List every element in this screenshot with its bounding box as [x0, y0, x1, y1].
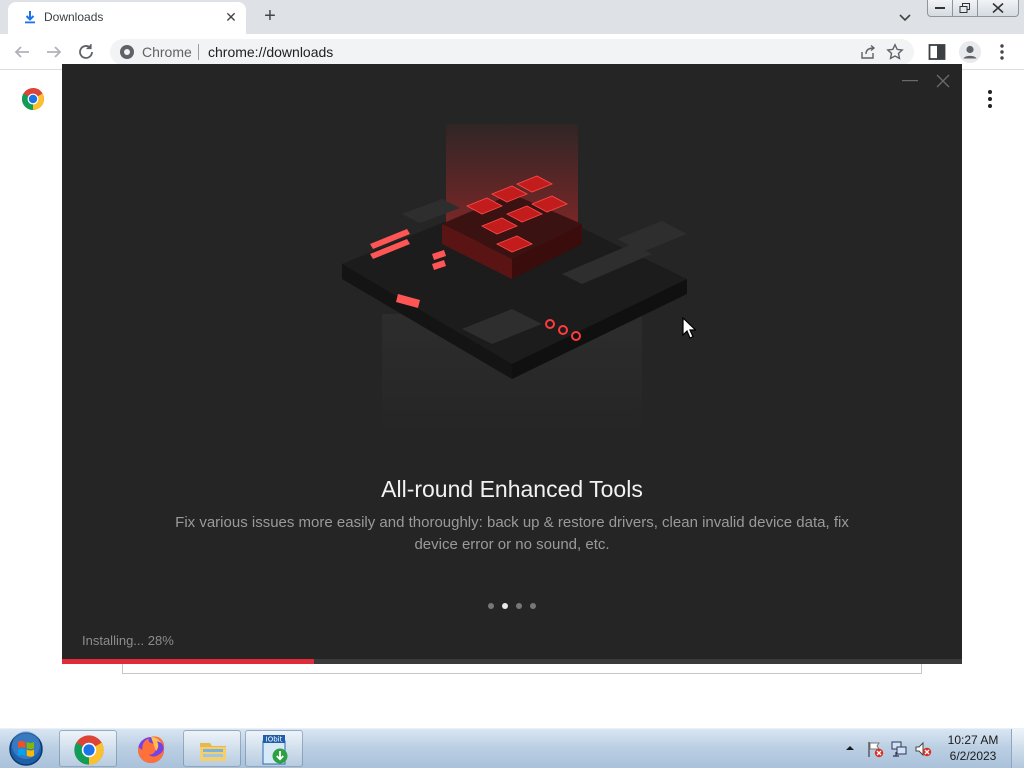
folder-icon [200, 743, 226, 761]
chrome-icon [74, 735, 104, 765]
slide-description: Fix various issues more easily and thoro… [175, 514, 849, 553]
restore-icon [959, 3, 970, 13]
slide-title: All-round Enhanced Tools [381, 476, 643, 502]
show-desktop-button[interactable] [1011, 729, 1024, 768]
tab-search-chevron-icon[interactable] [894, 6, 916, 28]
taskbar-explorer-button[interactable] [183, 730, 241, 767]
action-center-flag-icon[interactable] [866, 740, 884, 758]
install-progress-fill [62, 659, 314, 664]
kebab-menu-icon[interactable] [994, 42, 1010, 62]
tab-downloads[interactable]: Downloads ✕ [8, 2, 246, 34]
address-bar[interactable]: Chrome chrome://downloads [110, 39, 914, 65]
chip-separator [198, 44, 199, 60]
hero-illustration [342, 124, 687, 434]
network-icon[interactable] [890, 740, 908, 758]
downloads-menu-icon[interactable] [982, 88, 998, 110]
share-icon[interactable] [860, 44, 876, 60]
iobit-installer-icon: IObit [262, 735, 288, 765]
installer-window: All-round Enhanced Tools Fix various iss… [62, 64, 962, 664]
carousel-dot[interactable] [530, 603, 536, 609]
bookmark-star-icon[interactable] [886, 43, 904, 61]
installer-minimize-icon[interactable] [902, 78, 918, 84]
tab-close-icon[interactable]: ✕ [222, 8, 240, 26]
back-arrow-icon[interactable] [10, 40, 34, 64]
new-tab-button[interactable]: + [258, 5, 282, 29]
site-chip: Chrome [142, 44, 192, 60]
install-status-text: Installing... 28% [82, 633, 174, 648]
minimize-icon [935, 7, 945, 9]
person-icon [963, 45, 977, 59]
carousel-dots [62, 603, 962, 611]
volume-muted-icon[interactable] [914, 740, 932, 758]
windows-start-orb-icon[interactable] [6, 731, 46, 767]
install-progress-bar [62, 659, 962, 664]
tray-expand-arrow-icon[interactable] [843, 741, 857, 755]
tab-title: Downloads [44, 10, 104, 24]
side-panel-icon[interactable] [928, 43, 946, 61]
chrome-site-icon [120, 45, 134, 59]
download-icon [25, 11, 35, 24]
profile-avatar-button[interactable] [959, 41, 981, 63]
chrome-logo-icon [22, 88, 44, 110]
carousel-dot[interactable] [488, 603, 494, 609]
close-icon [992, 3, 1004, 13]
taskbar: IObit 10:27 AM 6/2/2023 [0, 728, 1024, 768]
iobit-badge-text: IObit [266, 736, 283, 744]
clock-time: 10:27 AM [947, 733, 999, 747]
taskbar-clock[interactable]: 10:27 AM 6/2/2023 [940, 732, 1006, 764]
clock-date: 6/2/2023 [949, 749, 997, 763]
window-minimize-button[interactable] [927, 0, 953, 17]
url-text[interactable]: chrome://downloads [208, 44, 333, 60]
reload-icon[interactable] [74, 40, 98, 64]
window-restore-button[interactable] [952, 0, 978, 17]
window-close-button[interactable] [977, 0, 1019, 17]
carousel-dot[interactable] [516, 603, 522, 609]
tab-strip: Downloads ✕ + [0, 0, 1024, 34]
firefox-icon [138, 736, 165, 763]
mouse-cursor-icon [682, 317, 696, 339]
carousel-dot[interactable] [502, 603, 508, 609]
installer-close-icon[interactable] [936, 74, 950, 88]
taskbar-iobit-installer-button[interactable]: IObit [245, 730, 303, 767]
forward-arrow-icon[interactable] [42, 40, 66, 64]
taskbar-chrome-button[interactable] [59, 730, 117, 767]
taskbar-firefox-button[interactable] [121, 730, 179, 767]
